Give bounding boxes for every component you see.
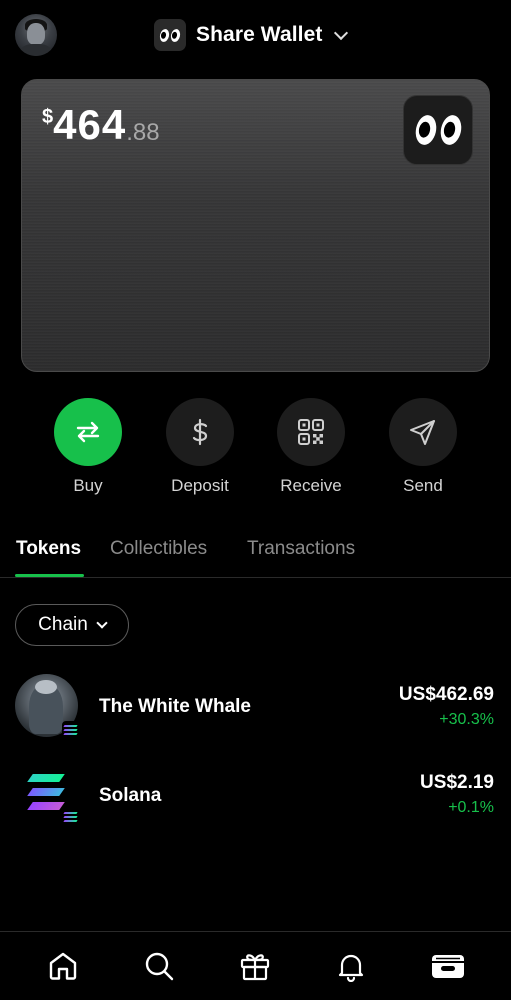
asset-tabs: Tokens Collectibles Transactions xyxy=(0,530,511,578)
home-icon[interactable] xyxy=(47,950,79,982)
tab-collectibles[interactable]: Collectibles xyxy=(110,538,207,560)
active-tab-indicator xyxy=(15,574,84,577)
token-change: +0.1% xyxy=(448,799,494,816)
send-label: Send xyxy=(403,476,443,495)
receive-label: Receive xyxy=(280,476,342,495)
token-row-solana[interactable]: Solana US$2.19 +0.1% xyxy=(0,758,511,838)
chain-filter-button[interactable]: Chain xyxy=(15,604,129,646)
swap-arrows-icon xyxy=(54,398,122,466)
qr-code-icon xyxy=(277,398,345,466)
wallet-switcher[interactable]: Share Wallet xyxy=(154,19,349,51)
gift-icon[interactable] xyxy=(239,950,271,982)
bell-icon[interactable] xyxy=(335,950,367,983)
eyes-logo-icon xyxy=(154,19,186,51)
buy-label: Buy xyxy=(73,476,103,495)
paper-plane-icon xyxy=(389,398,457,466)
wallet-icon[interactable] xyxy=(431,950,464,982)
dollar-icon xyxy=(166,398,234,466)
deposit-label: Deposit xyxy=(171,476,229,495)
wallet-name: Share Wallet xyxy=(196,23,323,46)
bottom-navigation xyxy=(0,931,511,1000)
balance-decimal: .88 xyxy=(126,119,160,146)
solana-chain-badge-icon xyxy=(62,721,79,738)
token-value: US$462.69 xyxy=(398,684,494,705)
deposit-button[interactable]: Deposit xyxy=(155,398,245,496)
token-name: Solana xyxy=(99,785,162,806)
token-value: US$2.19 xyxy=(420,772,494,793)
chevron-down-icon xyxy=(96,616,108,629)
avatar-face xyxy=(27,23,45,45)
token-name: The White Whale xyxy=(99,696,251,717)
chevron-down-icon xyxy=(334,25,349,40)
solana-chain-badge-icon xyxy=(62,808,79,825)
token-change: +30.3% xyxy=(439,711,494,728)
chain-filter-label: Chain xyxy=(38,614,88,635)
header: Share Wallet xyxy=(0,0,511,70)
balance-currency-symbol: $ xyxy=(42,106,54,128)
token-row-white-whale[interactable]: The White Whale US$462.69 +30.3% xyxy=(0,666,511,746)
profile-avatar[interactable] xyxy=(15,14,57,56)
tab-transactions[interactable]: Transactions xyxy=(247,538,355,560)
balance: $ 464 .88 xyxy=(42,102,160,148)
avatar-body xyxy=(20,44,52,56)
search-icon[interactable] xyxy=(143,950,175,982)
send-button[interactable]: Send xyxy=(378,398,468,496)
balance-integer: 464 xyxy=(53,101,127,148)
buy-button[interactable]: Buy xyxy=(43,398,133,496)
eyes-logo-icon xyxy=(403,95,473,165)
balance-card[interactable]: $ 464 .88 xyxy=(21,79,490,372)
receive-button[interactable]: Receive xyxy=(266,398,356,496)
action-buttons: Buy Deposit Receive Send xyxy=(0,398,511,498)
tab-tokens[interactable]: Tokens xyxy=(16,538,81,560)
